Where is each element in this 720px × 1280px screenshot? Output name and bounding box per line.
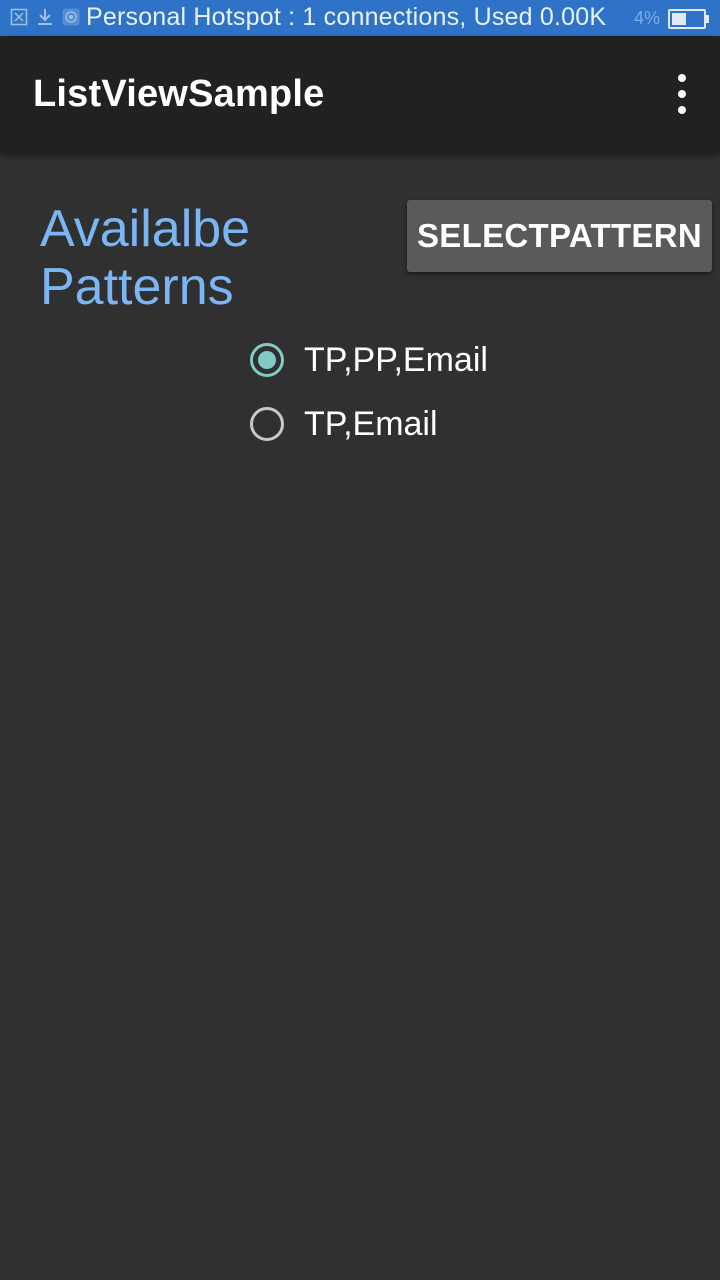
hotspot-notification: Personal Hotspot : 1 connections, Used 0…: [86, 3, 607, 31]
battery-icon: [668, 8, 709, 29]
pattern-radio-group: TP,PP,Email TP,Email: [250, 328, 488, 456]
download-icon: [38, 9, 52, 25]
radio-unchecked-icon[interactable]: [250, 407, 284, 441]
menu-dot: [678, 106, 686, 114]
pattern-option-tp-email[interactable]: TP,Email: [250, 392, 488, 456]
status-bar: Personal Hotspot : 1 connections, Used 0…: [0, 0, 720, 36]
menu-dot: [678, 74, 686, 82]
radio-checked-icon[interactable]: [250, 343, 284, 377]
menu-dot: [678, 90, 686, 98]
select-pattern-button[interactable]: SELECTPATTERN: [407, 200, 712, 272]
page-heading: Availalbe Patterns: [40, 200, 251, 316]
status-icons: [10, 8, 80, 26]
app-bar: ListViewSample: [0, 36, 720, 152]
close-box-icon: [10, 8, 28, 26]
status-right: 4%: [633, 8, 709, 29]
battery-level: [672, 12, 686, 25]
option-label: TP,Email: [304, 404, 438, 443]
app-title: ListViewSample: [33, 73, 325, 115]
radio-dot: [258, 351, 276, 369]
pattern-option-tp-pp-email[interactable]: TP,PP,Email: [250, 328, 488, 392]
option-label: TP,PP,Email: [304, 340, 488, 379]
overflow-menu-icon[interactable]: [672, 74, 692, 114]
hotspot-icon: [62, 8, 80, 26]
battery-percent: 4%: [633, 8, 660, 28]
